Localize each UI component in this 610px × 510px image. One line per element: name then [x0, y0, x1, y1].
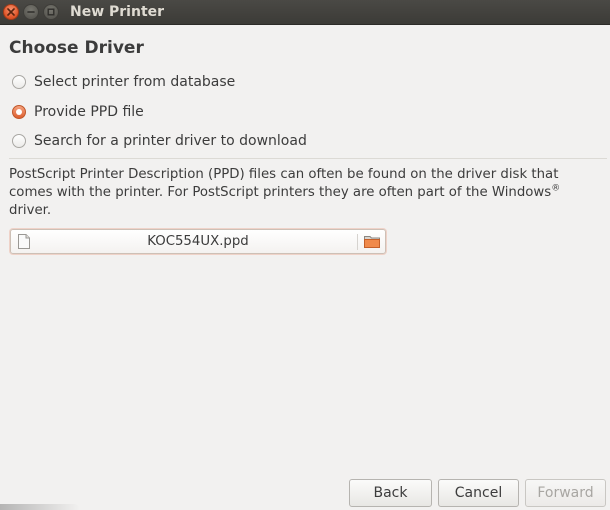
option-label: Search for a printer driver to download [34, 133, 307, 149]
description-line-1: PostScript Printer Description (PPD) fil… [9, 167, 559, 182]
window-title: New Printer [70, 4, 165, 20]
maximize-icon [47, 8, 55, 16]
ppd-file-chooser-button[interactable]: KOC554UX.ppd [10, 229, 386, 254]
back-button[interactable]: Back [349, 479, 432, 507]
folder-icon [364, 236, 380, 248]
option-label: Provide PPD file [34, 104, 144, 120]
separator [9, 158, 607, 159]
option-provide-ppd-file[interactable]: Provide PPD file [12, 104, 144, 120]
page-title: Choose Driver [9, 38, 144, 58]
close-window-button[interactable] [3, 4, 19, 20]
description-line-3: driver. [9, 203, 52, 218]
radio-button[interactable] [12, 75, 26, 89]
description-line-2-text: comes with the printer. For PostScript p… [9, 185, 552, 200]
close-icon [7, 8, 15, 16]
option-label: Select printer from database [34, 74, 236, 90]
forward-button[interactable]: Forward [525, 479, 606, 507]
selected-file-name: KOC554UX.ppd [147, 234, 249, 249]
option-search-driver-download[interactable]: Search for a printer driver to download [12, 133, 307, 149]
minimize-window-button[interactable] [23, 4, 39, 20]
registered-mark: ® [551, 183, 561, 194]
option-select-from-database[interactable]: Select printer from database [12, 74, 235, 90]
minimize-icon [27, 11, 35, 13]
radio-button-checked[interactable] [12, 105, 26, 119]
cancel-button[interactable]: Cancel [438, 479, 519, 507]
description-line-2: comes with the printer. For PostScript p… [9, 184, 599, 202]
chooser-divider [357, 234, 358, 250]
document-icon [18, 234, 30, 249]
title-bar: New Printer [0, 0, 610, 25]
window-shadow [0, 504, 80, 510]
maximize-window-button[interactable] [43, 4, 59, 20]
radio-button[interactable] [12, 134, 26, 148]
ppd-description: PostScript Printer Description (PPD) fil… [9, 166, 599, 220]
